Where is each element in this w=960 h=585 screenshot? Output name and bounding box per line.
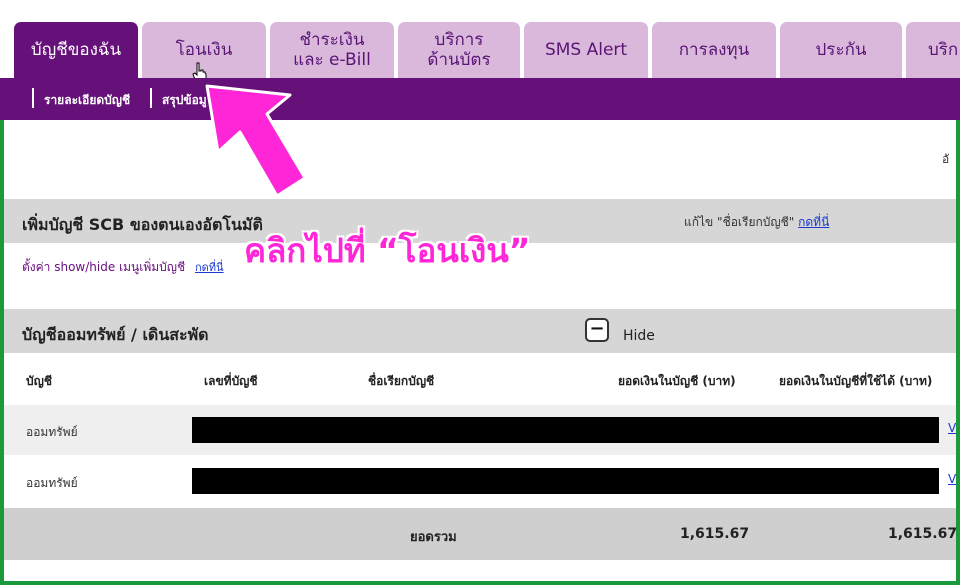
subnav-divider bbox=[32, 88, 34, 108]
tab-payment-ebill[interactable]: ชำระเงิน และ e-Bill bbox=[270, 22, 394, 78]
tab-label: บัญชีของฉัน bbox=[30, 40, 122, 60]
account-type: ออมทรัพย์ bbox=[26, 425, 78, 439]
total-row: ยอดรวม 1,615.67 1,615.67 bbox=[4, 508, 958, 560]
tab-sms-alert[interactable]: SMS Alert bbox=[524, 22, 648, 78]
truncated-header-text: อั bbox=[942, 152, 950, 166]
tab-label: โอนเงิน bbox=[175, 40, 233, 60]
subnav-account-details[interactable]: รายละเอียดบัญชี bbox=[44, 91, 130, 110]
tab-label: บริการ ด้านบัตร bbox=[427, 30, 491, 70]
tab-label: SMS Alert bbox=[544, 40, 628, 60]
annotation-arrow-icon bbox=[205, 84, 307, 198]
redacted-account-info bbox=[192, 417, 939, 443]
annotation-text: คลิกไปที่ “โอนเงิน” bbox=[244, 231, 531, 270]
edit-nickname-label: แก้ไข "ชื่อเรียกบัญชี" กดที่นี่ bbox=[684, 213, 829, 232]
account-detail-link[interactable]: V bbox=[948, 472, 956, 486]
account-type: ออมทรัพย์ bbox=[26, 476, 78, 490]
add-account-title: เพิ่มบัญชี SCB ของตนเองอัตโนมัติ bbox=[22, 215, 263, 234]
subnav-divider bbox=[150, 88, 152, 108]
sub-navigation: รายละเอียดบัญชี สรุปข้อมู bbox=[0, 78, 960, 120]
tab-investment[interactable]: การลงทุน bbox=[652, 22, 776, 78]
account-detail-link[interactable]: V bbox=[948, 421, 956, 435]
tab-label: บริก bbox=[928, 40, 959, 60]
total-balance: 1,615.67 bbox=[680, 526, 750, 542]
redacted-account-info bbox=[192, 468, 939, 494]
table-row: ออมทรัพย์ V bbox=[4, 456, 956, 506]
tab-label: ชำระเงิน และ e-Bill bbox=[293, 30, 371, 70]
edit-nickname-link[interactable]: กดที่นี่ bbox=[798, 215, 829, 229]
column-header-account-number: เลขที่บัญชี bbox=[204, 374, 258, 388]
hide-label[interactable]: Hide bbox=[623, 328, 655, 344]
tab-insurance[interactable]: ประกัน bbox=[780, 22, 902, 78]
tab-services[interactable]: บริก bbox=[906, 22, 960, 78]
tab-card-services[interactable]: บริการ ด้านบัตร bbox=[398, 22, 520, 78]
show-hide-setting-link[interactable]: กดที่นี่ bbox=[195, 261, 224, 274]
column-header-account: บัญชี bbox=[26, 374, 52, 388]
total-label: ยอดรวม bbox=[410, 530, 457, 545]
column-header-nickname: ชื่อเรียกบัญชี bbox=[368, 374, 435, 388]
show-hide-setting-text: ตั้งค่า show/hide เมนูเพิ่มบัญชี bbox=[22, 260, 186, 274]
savings-section-bar: บัญชีออมทรัพย์ / เดินสะพัด bbox=[4, 309, 956, 353]
main-tab-bar: บัญชีของฉัน โอนเงิน ชำระเงิน และ e-Bill … bbox=[0, 0, 960, 84]
show-hide-setting: ตั้งค่า show/hide เมนูเพิ่มบัญชี กดที่นี… bbox=[22, 258, 224, 277]
tab-label: การลงทุน bbox=[678, 40, 750, 60]
savings-section-title: บัญชีออมทรัพย์ / เดินสะพัด bbox=[22, 325, 209, 344]
table-row: ออมทรัพย์ V bbox=[4, 405, 956, 455]
column-header-available-balance: ยอดเงินในบัญชีที่ใช้ได้ (บาท) bbox=[779, 374, 933, 388]
tab-my-account[interactable]: บัญชีของฉัน bbox=[14, 22, 138, 78]
edit-nickname-text: แก้ไข "ชื่อเรียกบัญชี" bbox=[684, 215, 795, 229]
tab-label: ประกัน bbox=[815, 40, 867, 60]
hide-toggle-icon[interactable]: − bbox=[585, 318, 609, 342]
total-available-balance: 1,615.67 bbox=[888, 526, 958, 542]
column-header-balance: ยอดเงินในบัญชี (บาท) bbox=[618, 374, 736, 388]
